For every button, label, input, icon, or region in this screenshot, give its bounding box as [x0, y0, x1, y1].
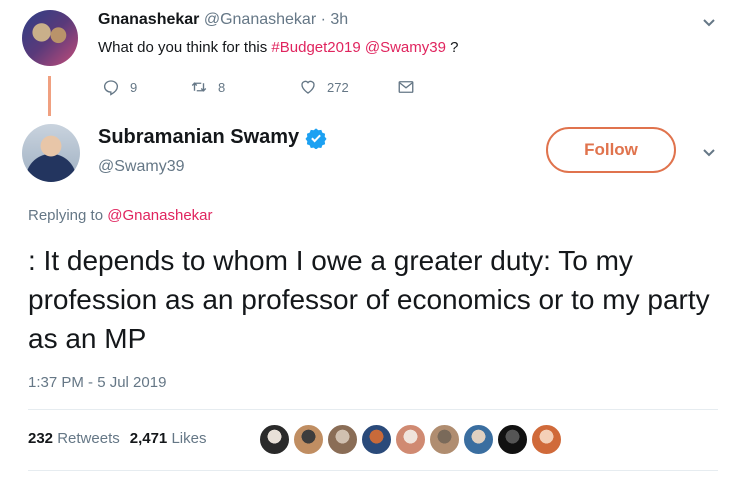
replying-to: Replying to @Gnanashekar: [28, 207, 213, 224]
liker-avatar[interactable]: [497, 424, 528, 455]
liker-avatar[interactable]: [327, 424, 358, 455]
liker-avatar[interactable]: [259, 424, 290, 455]
avatar-gnanashekar[interactable]: [22, 10, 78, 66]
liker-avatar[interactable]: [463, 424, 494, 455]
retweets-stat[interactable]: 232 Retweets: [28, 430, 120, 447]
tweet2-menu-button[interactable]: [701, 144, 717, 160]
chevron-down-icon: [703, 19, 715, 27]
tweet2-timestamp[interactable]: 1:37 PM - 5 Jul 2019: [28, 374, 166, 391]
tweet2-name[interactable]: Subramanian Swamy: [98, 126, 299, 149]
likes-count: 2,471: [129, 430, 168, 447]
reply-count: 9: [130, 79, 138, 95]
replying-prefix: Replying to: [28, 207, 108, 224]
follow-button[interactable]: Follow: [546, 127, 676, 173]
reply-button[interactable]: 9: [102, 78, 137, 96]
tweet1-author[interactable]: Gnanashekar @Gnanashekar · 3h: [98, 11, 348, 29]
tweet1-text-prefix: What do you think for this: [98, 39, 272, 56]
avatar-subramanian-swamy[interactable]: [22, 124, 80, 182]
replying-mention-link[interactable]: @Gnanashekar: [107, 207, 212, 224]
divider: [28, 409, 718, 410]
divider: [28, 470, 718, 471]
tweet2-handle[interactable]: @Swamy39: [98, 158, 185, 176]
retweet-count: 8: [218, 79, 226, 95]
direct-message-button[interactable]: [397, 78, 425, 96]
liker-avatar[interactable]: [531, 424, 562, 455]
tweet1-menu-button[interactable]: [701, 14, 717, 30]
like-button[interactable]: 272: [299, 78, 349, 96]
tweet1-meta: @Gnanashekar · 3h: [203, 11, 349, 28]
liker-avatars: [259, 424, 562, 455]
retweet-icon: [191, 82, 207, 92]
reply-icon: [103, 80, 119, 96]
liker-avatar[interactable]: [293, 424, 324, 455]
chevron-down-icon: [703, 149, 715, 157]
tweet2-author[interactable]: Subramanian Swamy: [98, 126, 327, 149]
envelope-icon: [398, 81, 414, 93]
likes-label: Likes: [171, 430, 207, 447]
retweets-label: Retweets: [57, 430, 120, 447]
tweet1-text-suffix: ?: [445, 39, 459, 56]
retweet-button[interactable]: 8: [190, 78, 225, 96]
retweets-count: 232: [28, 430, 54, 447]
liker-avatar[interactable]: [429, 424, 460, 455]
mention-link[interactable]: @Swamy39: [365, 39, 446, 56]
engagement-stats: 232 Retweets 2,471 Likes: [28, 430, 206, 447]
liker-avatar[interactable]: [395, 424, 426, 455]
heart-icon: [301, 80, 315, 94]
liker-avatar[interactable]: [361, 424, 392, 455]
likes-stat[interactable]: 2,471 Likes: [130, 430, 207, 447]
tweet1-text: What do you think for this #Budget2019 @…: [98, 39, 458, 56]
tweet2-text: : It depends to whom I owe a greater dut…: [28, 245, 710, 354]
tweet1-name[interactable]: Gnanashekar: [98, 11, 199, 28]
verified-badge-icon: [305, 127, 327, 149]
hashtag-link[interactable]: #Budget2019: [271, 39, 360, 56]
thread-connector: [48, 76, 51, 116]
like-count: 272: [327, 79, 349, 95]
